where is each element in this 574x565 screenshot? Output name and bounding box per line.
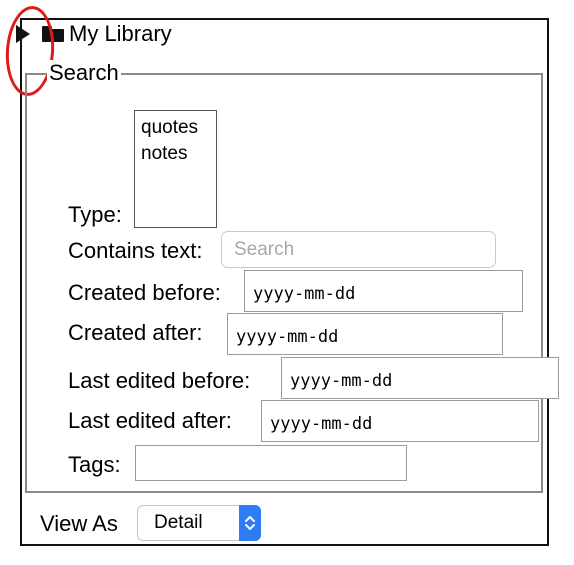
select-arrows-icon: [239, 505, 261, 541]
search-legend: Search: [47, 60, 121, 86]
view-as-label: View As: [40, 511, 118, 536]
library-title: My Library: [69, 21, 172, 46]
last-edited-before-input[interactable]: yyyy-mm-dd: [281, 357, 559, 399]
type-option-notes[interactable]: notes: [141, 141, 216, 167]
tags-input[interactable]: [135, 445, 407, 481]
created-after-input[interactable]: yyyy-mm-dd: [227, 313, 503, 355]
type-label: Type:: [68, 202, 122, 227]
created-before-label: Created before:: [68, 280, 221, 305]
last-edited-before-label: Last edited before:: [68, 368, 251, 393]
tags-label: Tags:: [68, 452, 121, 477]
type-listbox[interactable]: quotes notes: [134, 110, 217, 228]
last-edited-after-input[interactable]: yyyy-mm-dd: [261, 400, 539, 442]
created-before-input[interactable]: yyyy-mm-dd: [244, 270, 523, 312]
view-as-selected: Detail: [154, 512, 203, 533]
last-edited-after-label: Last edited after:: [68, 408, 232, 433]
type-option-quotes[interactable]: quotes: [141, 115, 216, 141]
view-as-select[interactable]: Detail: [137, 505, 261, 541]
contains-text-label: Contains text:: [68, 238, 203, 263]
contains-text-input[interactable]: Search: [221, 231, 496, 268]
created-after-label: Created after:: [68, 320, 203, 345]
